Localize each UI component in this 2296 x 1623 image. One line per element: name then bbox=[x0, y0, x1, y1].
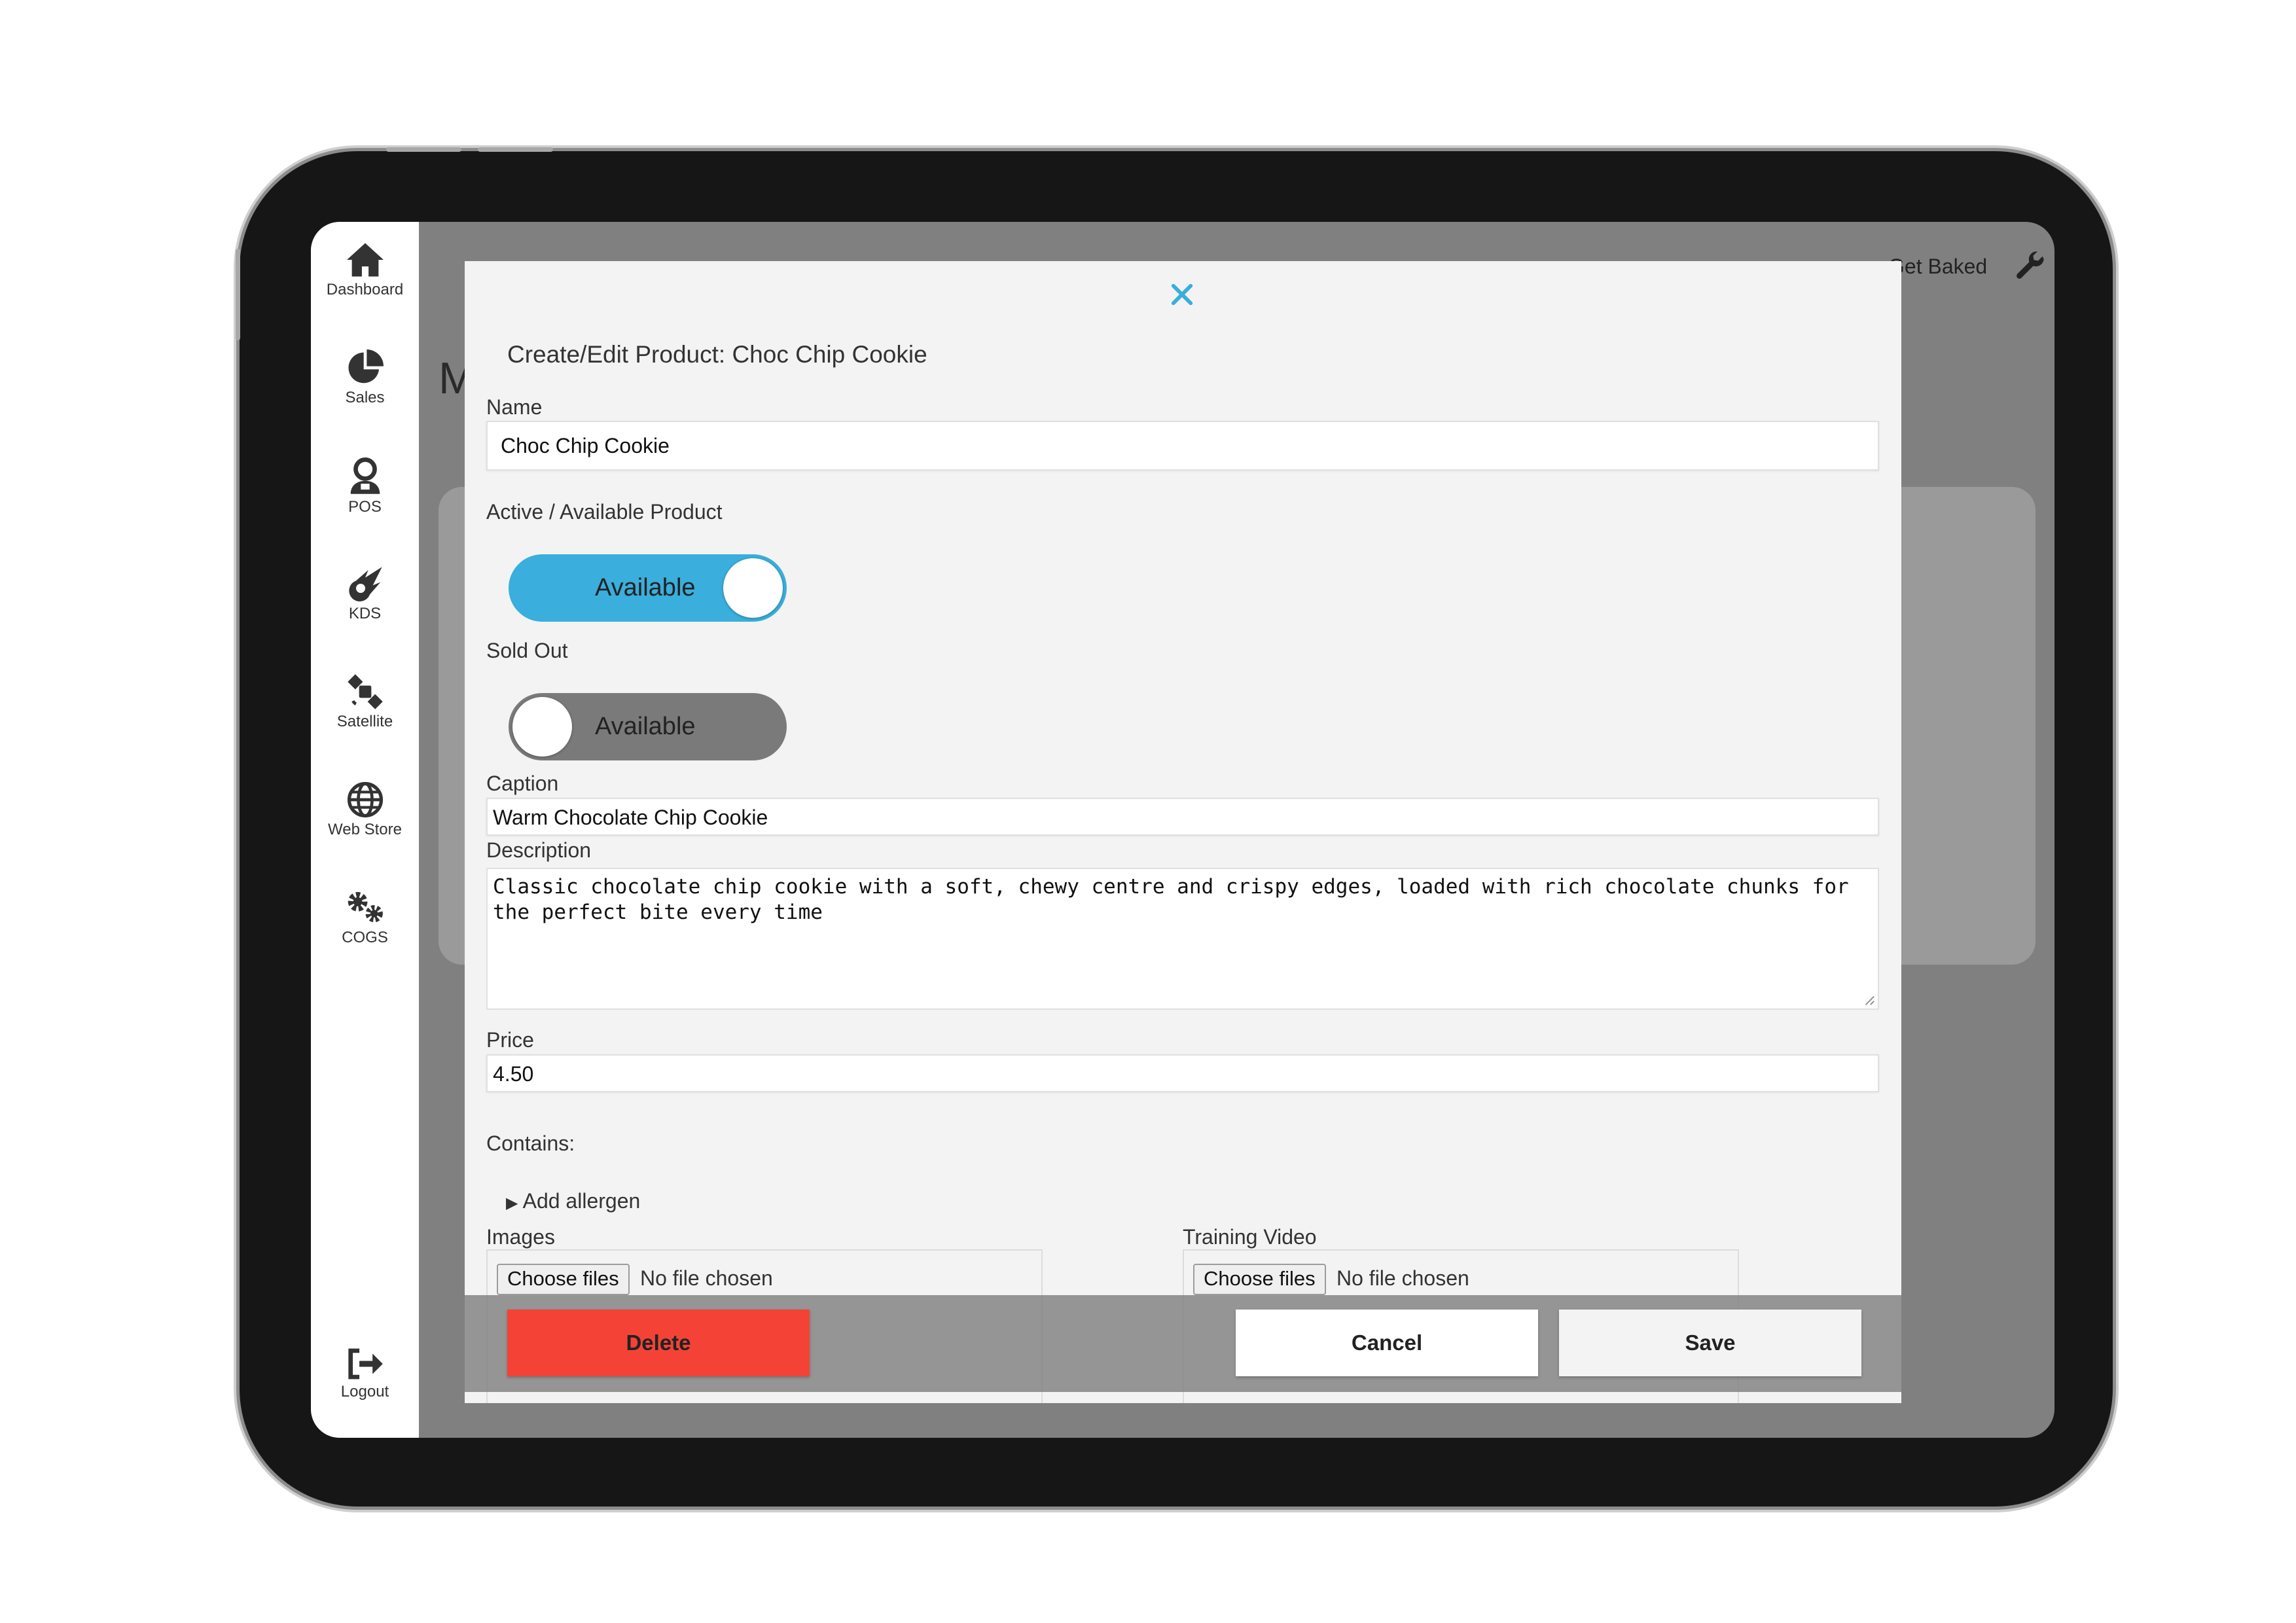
add-allergen-toggle[interactable]: ▶ Add allergen bbox=[506, 1189, 640, 1213]
sidebar-item-label: COGS bbox=[342, 929, 388, 946]
store-name: Get Baked bbox=[1888, 255, 1988, 278]
sidebar-item-kds[interactable]: KDS bbox=[311, 565, 419, 623]
images-no-file: No file chosen bbox=[640, 1266, 773, 1290]
name-input-value: Choc Chip Cookie bbox=[501, 434, 670, 457]
logout-button[interactable]: Logout bbox=[311, 1347, 419, 1401]
add-allergen-label: Add allergen bbox=[522, 1189, 641, 1213]
sidebar-item-satellite[interactable]: Satellite bbox=[311, 673, 419, 731]
tablet-screen: M Get Baked Dashboard Sales POS KDS Sate… bbox=[311, 222, 2054, 1438]
caption-input[interactable]: Warm Chocolate Chip Cookie bbox=[486, 798, 1879, 836]
sidebar: Dashboard Sales POS KDS Satellite Web St… bbox=[311, 222, 419, 1438]
disclosure-triangle-icon: ▶ bbox=[506, 1194, 518, 1212]
images-choose-files-button[interactable]: Choose files bbox=[497, 1264, 630, 1295]
cancel-button[interactable]: Cancel bbox=[1236, 1310, 1538, 1376]
active-toggle-text: Available bbox=[595, 574, 696, 601]
price-input-value: 4.50 bbox=[493, 1062, 534, 1086]
delete-button[interactable]: Delete bbox=[507, 1310, 810, 1376]
sidebar-item-label: Sales bbox=[345, 389, 385, 406]
logout-icon bbox=[348, 1348, 383, 1380]
pie-chart-icon bbox=[348, 349, 384, 383]
resize-handle-icon[interactable] bbox=[1863, 994, 1875, 1006]
active-toggle[interactable]: Available bbox=[509, 554, 787, 622]
sidebar-item-label: KDS bbox=[348, 605, 382, 622]
sidebar-item-label: Satellite bbox=[336, 713, 393, 730]
wrench-icon[interactable] bbox=[2013, 249, 2047, 287]
sidebar-item-label: Dashboard bbox=[326, 281, 404, 298]
price-input[interactable]: 4.50 bbox=[486, 1054, 1879, 1092]
name-label: Name bbox=[486, 395, 543, 419]
sidebar-item-cogs[interactable]: COGS bbox=[311, 889, 419, 947]
name-input[interactable]: Choc Chip Cookie bbox=[486, 421, 1879, 471]
price-label: Price bbox=[486, 1028, 534, 1052]
meteor-icon bbox=[348, 567, 382, 601]
soldout-label: Sold Out bbox=[486, 639, 568, 662]
active-label: Active / Available Product bbox=[486, 500, 723, 524]
video-no-file: No file chosen bbox=[1336, 1266, 1469, 1290]
sidebar-item-pos[interactable]: POS bbox=[311, 457, 419, 516]
volume-button bbox=[386, 147, 461, 152]
soldout-toggle-text: Available bbox=[595, 713, 696, 740]
sidebar-item-web-store[interactable]: Web Store bbox=[311, 781, 419, 839]
sidebar-item-dashboard[interactable]: Dashboard bbox=[311, 241, 419, 299]
sidebar-item-label: POS bbox=[348, 498, 382, 516]
video-choose-files-button[interactable]: Choose files bbox=[1193, 1264, 1326, 1295]
satellite-icon bbox=[347, 674, 383, 709]
caption-label: Caption bbox=[486, 772, 559, 795]
home-icon bbox=[346, 243, 384, 277]
toggle-knob bbox=[512, 697, 572, 757]
volume-button bbox=[478, 147, 553, 152]
product-modal: Create/Edit Product: Choc Chip Cookie Na… bbox=[465, 261, 1901, 1403]
soldout-toggle[interactable]: Available bbox=[509, 693, 787, 760]
training-video-label: Training Video bbox=[1183, 1225, 1317, 1249]
images-label: Images bbox=[486, 1225, 555, 1249]
sidebar-item-label: Web Store bbox=[328, 821, 402, 838]
power-button bbox=[236, 249, 240, 340]
description-textarea[interactable]: Classic chocolate chip cookie with a sof… bbox=[486, 868, 1879, 1010]
modal-footer: Delete Cancel Save bbox=[465, 1295, 1901, 1392]
globe-icon bbox=[347, 781, 383, 818]
cogs-icon bbox=[348, 892, 383, 923]
description-text: Classic chocolate chip cookie with a sof… bbox=[493, 875, 1861, 924]
sidebar-item-sales[interactable]: Sales bbox=[311, 349, 419, 407]
user-icon bbox=[350, 457, 380, 494]
contains-label: Contains: bbox=[486, 1132, 575, 1155]
save-button[interactable]: Save bbox=[1559, 1310, 1861, 1376]
close-icon[interactable] bbox=[1170, 282, 1194, 310]
logout-label: Logout bbox=[340, 1383, 389, 1400]
description-label: Description bbox=[486, 838, 592, 862]
toggle-knob bbox=[723, 558, 783, 618]
caption-input-value: Warm Chocolate Chip Cookie bbox=[493, 806, 768, 829]
modal-title: Create/Edit Product: Choc Chip Cookie bbox=[507, 341, 927, 368]
